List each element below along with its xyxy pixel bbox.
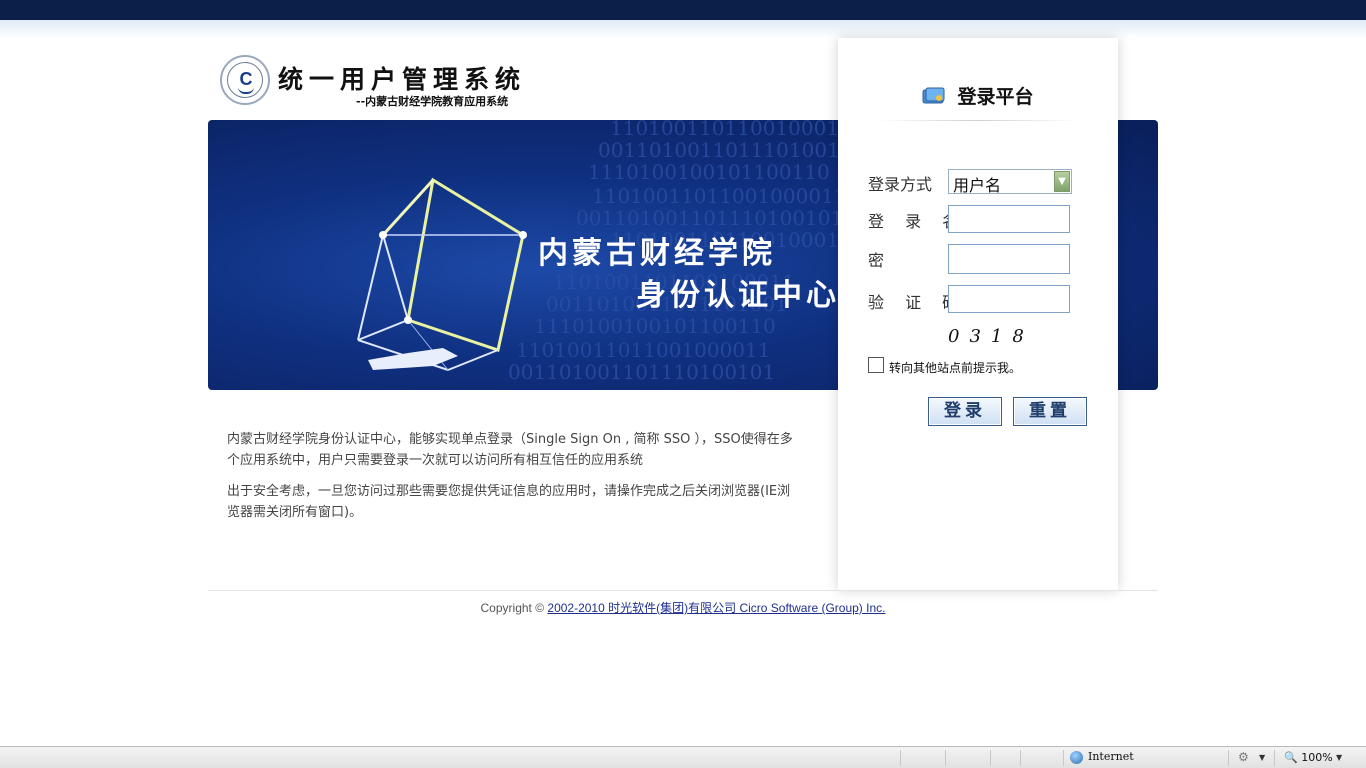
binary-row: 1110100100101100110: [534, 314, 776, 338]
password-input[interactable]: [948, 244, 1070, 274]
status-separator: [945, 750, 946, 766]
system-title: 统一用户管理系统: [278, 65, 527, 94]
login-mode-value: 用户名: [953, 176, 1002, 195]
glowing-cube-graphic: [357, 177, 527, 371]
logo-book-icon: [238, 87, 254, 94]
zoom-level[interactable]: 🔍 100%: [1284, 751, 1333, 764]
login-button[interactable]: 登录: [928, 397, 1002, 426]
university-logo: C: [220, 55, 270, 105]
banner-title-line1: 内蒙古财经学院: [538, 236, 776, 271]
browser-status-bar: Internet ⚙ ▼ 🔍 100% ▼: [0, 746, 1366, 768]
status-separator: [990, 750, 991, 766]
captcha-input[interactable]: [948, 285, 1070, 313]
protected-mode-icon[interactable]: ⚙: [1238, 750, 1252, 764]
footer-divider: [208, 590, 1158, 591]
chevron-down-icon[interactable]: ▼: [1336, 753, 1342, 762]
status-separator: [1274, 750, 1275, 766]
header-gradient: [0, 20, 1366, 38]
binary-row: 1110100100101100110: [588, 160, 830, 184]
status-separator: [900, 750, 901, 766]
sso-description: 内蒙古财经学院身份认证中心，能够实现单点登录（Single Sign On , …: [227, 432, 793, 468]
login-panel-header: 登录平台: [838, 82, 1118, 118]
username-input[interactable]: [948, 205, 1070, 233]
binary-row: 001101001101110100101: [576, 206, 844, 230]
copyright-text: Copyright ©: [480, 601, 548, 615]
status-separator: [1228, 750, 1229, 766]
logo-ring: C: [227, 62, 263, 98]
login-mode-label: 登录方式: [868, 175, 933, 194]
id-card-icon: [922, 87, 945, 103]
banner-title-line2: 身份认证中心: [636, 278, 840, 313]
company-link[interactable]: 2002-2010 时光软件(集团)有限公司 Cicro Software (G…: [547, 601, 885, 615]
login-mode-select[interactable]: 用户名 ▼: [948, 169, 1072, 195]
reset-button[interactable]: 重置: [1013, 397, 1087, 426]
zoom-value: 100%: [1301, 751, 1333, 764]
security-zone[interactable]: Internet: [1070, 750, 1134, 764]
status-separator: [1063, 750, 1064, 766]
globe-icon: [1070, 750, 1083, 764]
binary-row: 0011010011011101001: [598, 138, 840, 162]
chevron-down-icon[interactable]: ▼: [1259, 753, 1265, 762]
login-panel-title: 登录平台: [957, 86, 1034, 108]
browser-top-bar: [0, 0, 1366, 20]
login-panel: 登录平台 登录方式 用户名 ▼ 登 录 名: 密 码: 验 证 码: 0318 …: [838, 38, 1118, 590]
binary-row: 001101001101110100101: [508, 360, 776, 384]
zone-label: Internet: [1088, 750, 1134, 763]
redirect-prompt-label[interactable]: 转向其他站点前提示我。: [889, 359, 1021, 376]
binary-row: 1101001101100100011: [610, 120, 852, 140]
system-subtitle: --内蒙古财经学院教育应用系统: [356, 95, 509, 108]
security-notice: 出于安全考虑，一旦您访问过那些需要您提供凭证信息的应用时，请操作完成之后关闭浏览…: [227, 484, 791, 520]
status-separator: [1020, 750, 1021, 766]
redirect-prompt-checkbox[interactable]: [868, 357, 884, 373]
chevron-down-icon[interactable]: ▼: [1054, 171, 1070, 192]
binary-row: 11010011011001000011: [516, 338, 771, 362]
panel-divider: [878, 120, 1078, 121]
captcha-image[interactable]: 0318: [948, 326, 1034, 347]
binary-row: 11010011011001000011: [592, 184, 847, 208]
footer: Copyright © 2002-2010 时光软件(集团)有限公司 Cicro…: [0, 599, 1366, 616]
